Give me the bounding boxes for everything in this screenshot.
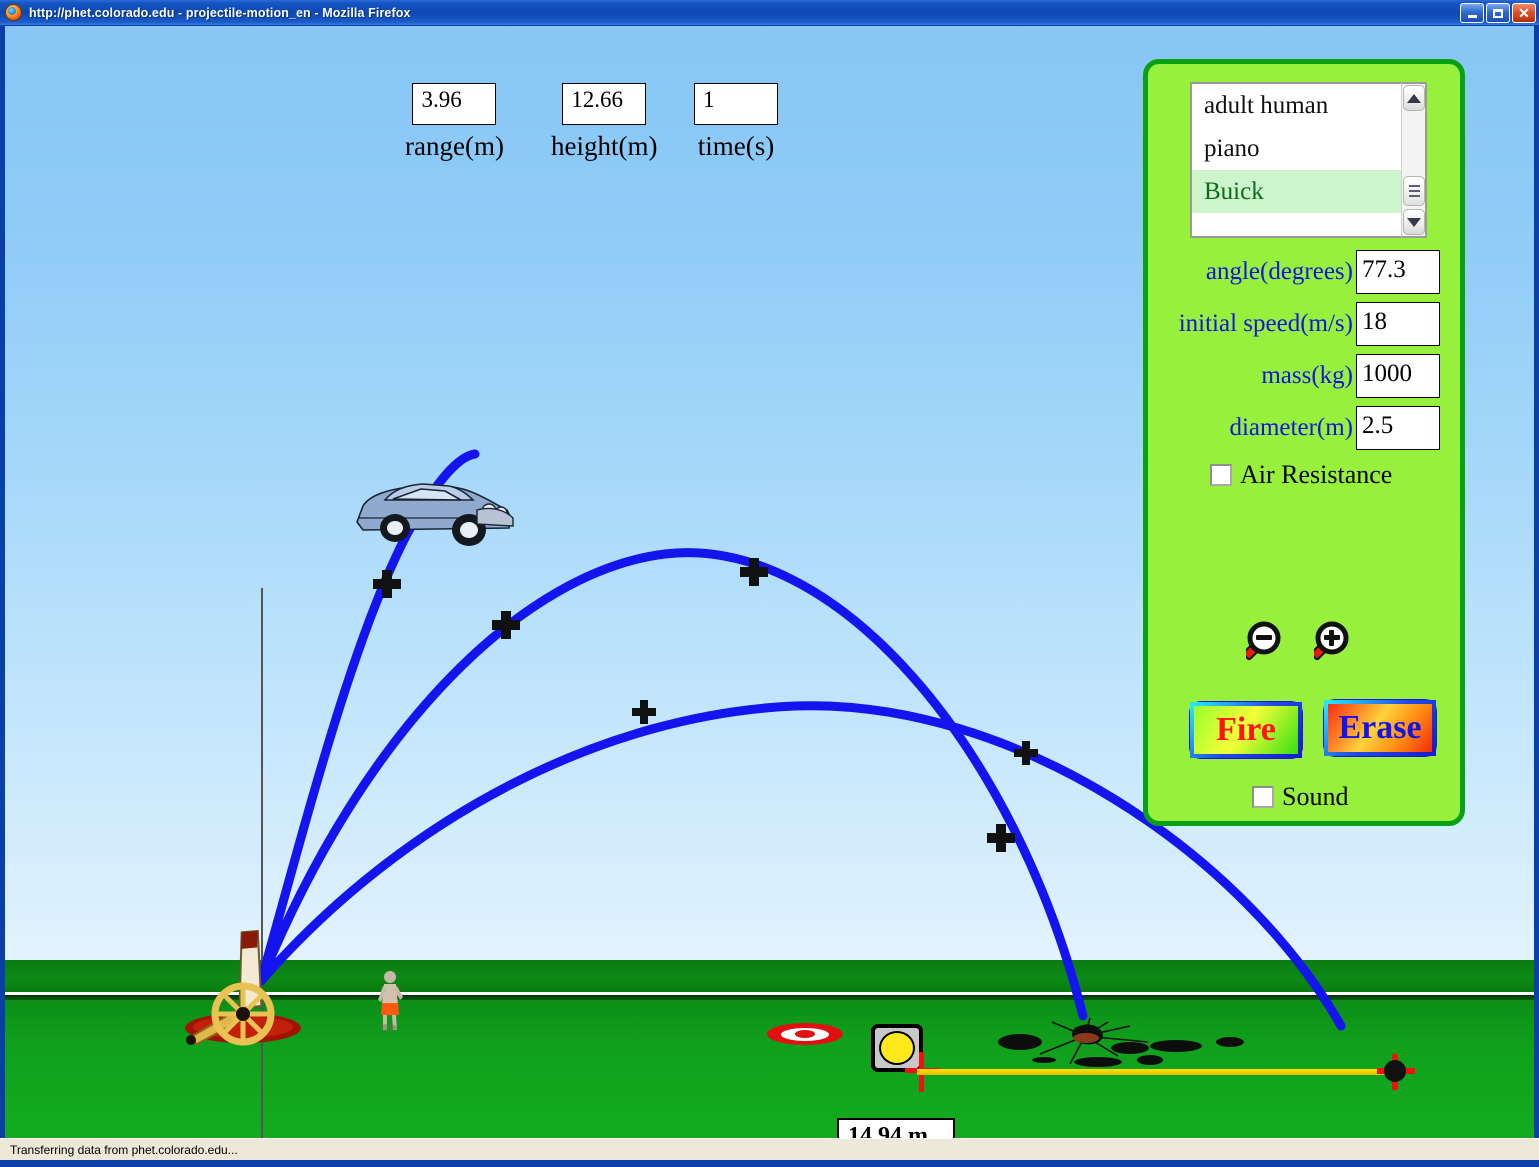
- debris-icon: [998, 1017, 1244, 1067]
- fire-button[interactable]: Fire: [1190, 702, 1302, 758]
- mass-row: mass(kg) 1000: [1261, 354, 1440, 398]
- target-ring-white: [781, 1027, 829, 1041]
- diameter-label: diameter(m): [1229, 414, 1353, 441]
- time-readout: 1 time(s): [694, 83, 778, 162]
- air-resistance-row: Air Resistance: [1210, 460, 1392, 490]
- close-button[interactable]: ✕: [1512, 3, 1536, 23]
- list-item-piano[interactable]: piano: [1192, 127, 1401, 170]
- air-resistance-label: Air Resistance: [1240, 460, 1393, 489]
- tape-measure-line: [917, 1069, 1395, 1075]
- status-bar: Transferring data from phet.colorado.edu…: [0, 1138, 1539, 1160]
- maximize-icon: [1493, 8, 1503, 18]
- projectile-list[interactable]: adult human piano Buick: [1190, 82, 1401, 238]
- initial-speed-row: initial speed(m/s) 18: [1179, 302, 1440, 346]
- window-controls: ✕: [1460, 3, 1536, 23]
- bullseye-target-icon[interactable]: [767, 1023, 843, 1045]
- time-value[interactable]: 1: [694, 83, 778, 125]
- height-label: height(m): [551, 131, 658, 161]
- range-label: range(m): [405, 131, 504, 161]
- firefox-icon: [5, 4, 22, 21]
- simulation-stage: 3.96 range(m) 12.66 height(m) 1 time(s): [5, 26, 1534, 1138]
- range-readout: 3.96 range(m): [405, 83, 504, 162]
- sound-checkbox[interactable]: [1252, 786, 1274, 808]
- erase-button[interactable]: Erase: [1324, 700, 1436, 756]
- height-readout: 12.66 height(m): [551, 83, 657, 162]
- triangle-up-icon: [1407, 93, 1421, 103]
- target-center: [795, 1030, 815, 1038]
- angle-input[interactable]: 77.3: [1356, 250, 1440, 294]
- magnifier-plus-icon[interactable]: [1314, 620, 1360, 666]
- scroll-down-button[interactable]: [1403, 209, 1425, 235]
- status-message: Transferring data from phet.colorado.edu…: [10, 1142, 238, 1157]
- person-icon: [378, 971, 403, 1032]
- sound-row: Sound: [1252, 782, 1348, 812]
- magnifier-minus-icon[interactable]: [1246, 620, 1292, 666]
- tape-measure-reading: 14.94 m: [837, 1118, 955, 1138]
- angle-label: angle(degrees): [1205, 258, 1353, 285]
- list-item-buick[interactable]: Buick: [1192, 170, 1401, 213]
- angle-row: angle(degrees) 77.3: [1206, 250, 1440, 294]
- list-item-adult-human[interactable]: adult human: [1192, 84, 1401, 127]
- buick-car-icon: [356, 483, 514, 546]
- initial-speed-input[interactable]: 18: [1356, 302, 1440, 346]
- title-bar: http://phet.colorado.edu - projectile-mo…: [0, 0, 1539, 25]
- projectile-list-scrollbar[interactable]: [1401, 82, 1427, 238]
- maximize-button[interactable]: [1486, 3, 1510, 23]
- sound-label: Sound: [1282, 782, 1349, 811]
- window-bottom-edge: [0, 1160, 1539, 1167]
- diameter-input[interactable]: 2.5: [1356, 406, 1440, 450]
- height-value[interactable]: 12.66: [562, 83, 647, 125]
- air-resistance-checkbox[interactable]: [1210, 464, 1232, 486]
- cannon-icon[interactable]: [181, 910, 311, 1046]
- range-value[interactable]: 3.96: [412, 83, 497, 125]
- control-panel: adult human piano Buick angle(degrees) 7…: [1143, 59, 1465, 826]
- minimize-button[interactable]: [1460, 3, 1484, 23]
- browser-window: http://phet.colorado.edu - projectile-mo…: [0, 0, 1539, 1167]
- time-label: time(s): [697, 131, 775, 161]
- window-title: http://phet.colorado.edu - projectile-mo…: [29, 5, 411, 20]
- mass-input[interactable]: 1000: [1356, 354, 1440, 398]
- scrollbar-thumb[interactable]: [1403, 176, 1425, 206]
- scroll-up-button[interactable]: [1403, 85, 1425, 111]
- crosshair-grip-icon[interactable]: [1377, 1054, 1415, 1090]
- triangle-down-icon: [1407, 217, 1421, 227]
- diameter-row: diameter(m) 2.5: [1229, 406, 1440, 450]
- mass-label: mass(kg): [1261, 362, 1353, 389]
- minimize-icon: [1467, 15, 1477, 18]
- initial-speed-label: initial speed(m/s): [1178, 310, 1353, 337]
- close-icon: ✕: [1518, 5, 1530, 21]
